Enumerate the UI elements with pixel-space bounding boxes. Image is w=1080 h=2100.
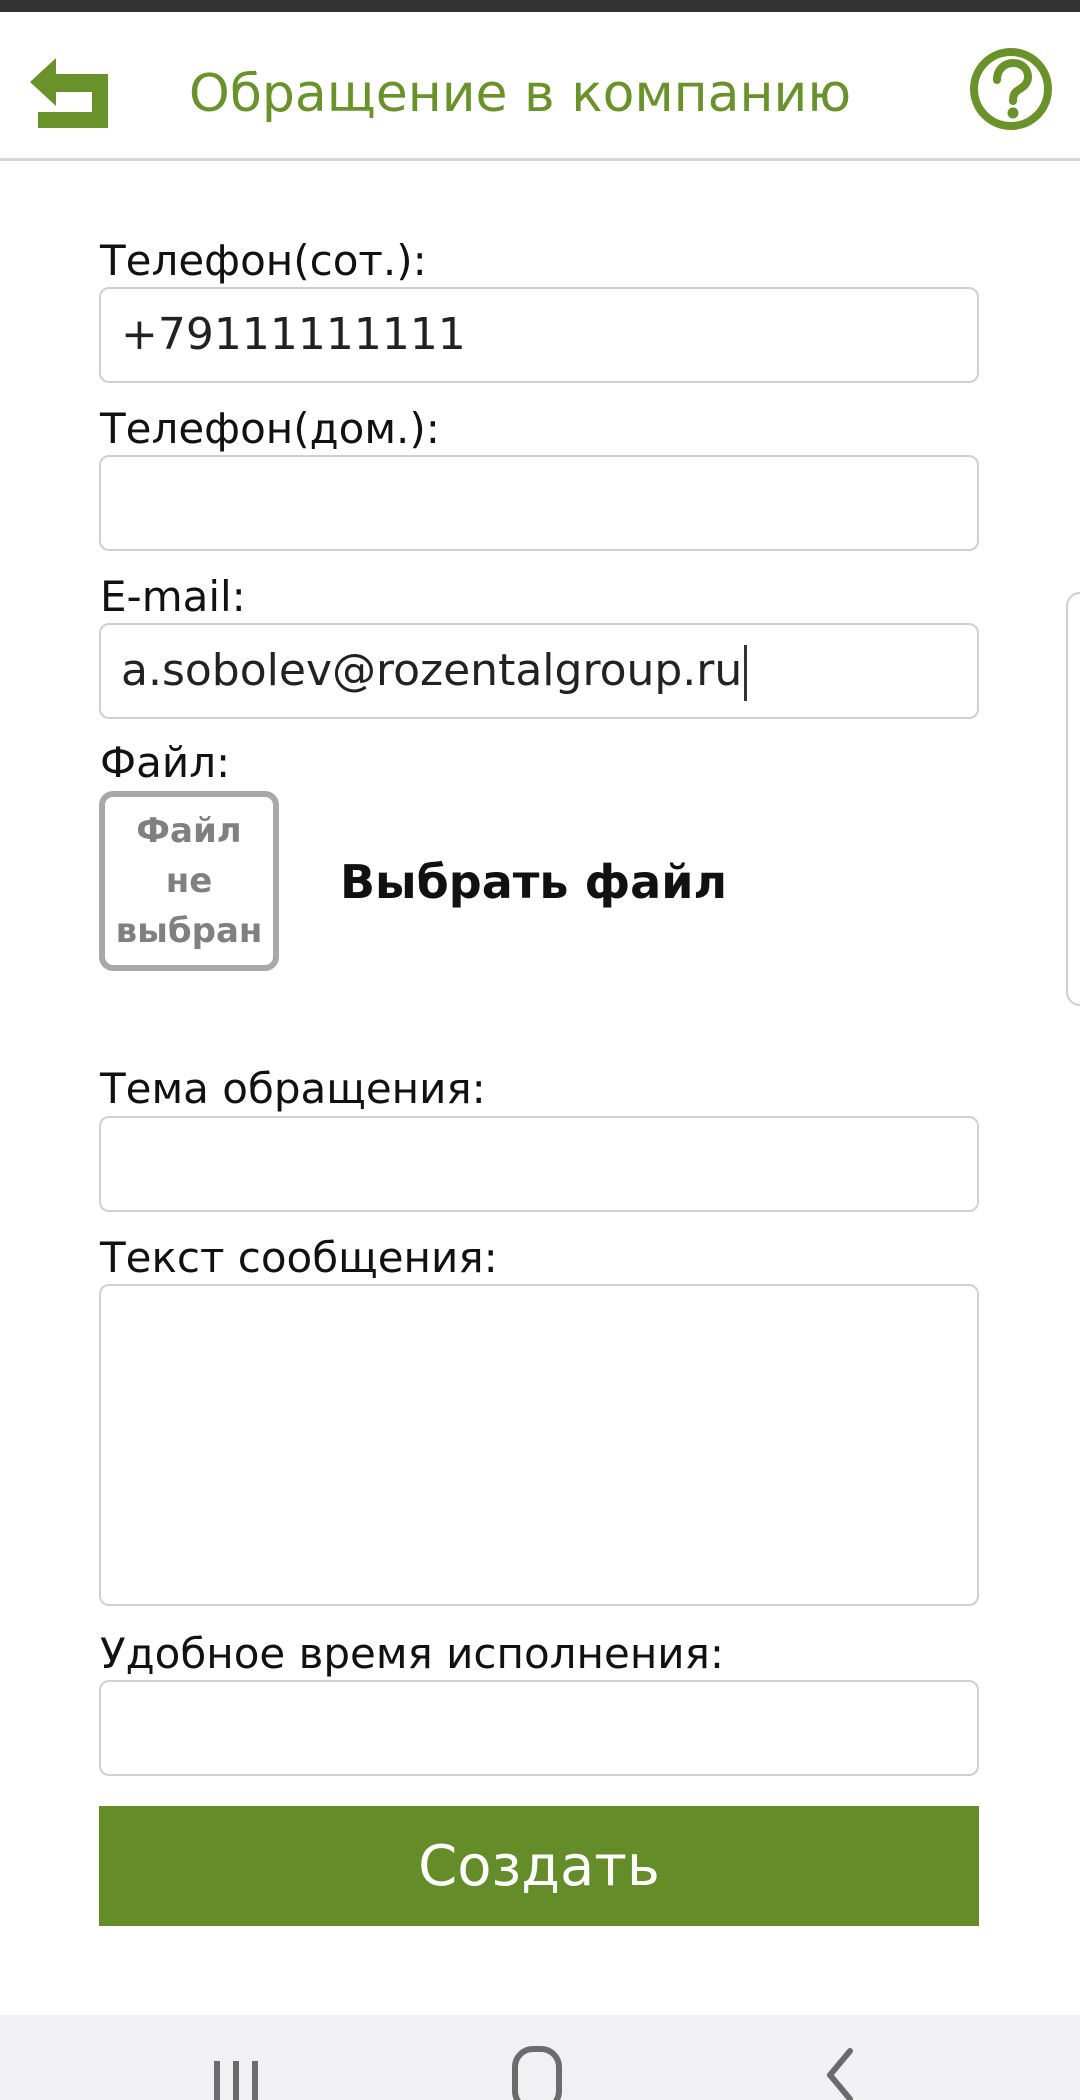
subject-input[interactable] xyxy=(99,1116,979,1212)
text-cursor xyxy=(744,645,748,701)
create-button[interactable]: Создать xyxy=(99,1806,979,1926)
page-title: Обращение в компанию xyxy=(188,64,852,124)
time-label: Удобное время исполнения: xyxy=(100,1629,724,1678)
status-bar xyxy=(0,0,1080,12)
edge-panel-handle[interactable] xyxy=(1066,592,1080,1006)
choose-file-button[interactable]: Выбрать файл xyxy=(340,852,727,912)
nav-back-icon xyxy=(827,2048,853,2100)
home-phone-label: Телефон(дом.): xyxy=(100,404,440,453)
system-navigation-bar xyxy=(0,2015,1080,2100)
home-phone-input[interactable] xyxy=(99,455,979,551)
app-header: Обращение в компанию xyxy=(0,12,1080,161)
file-preview[interactable]: Файл не выбран xyxy=(99,791,279,971)
question-circle-icon xyxy=(970,48,1052,130)
recent-apps-icon xyxy=(214,2061,258,2100)
nav-back-button[interactable] xyxy=(800,2035,880,2100)
page: 645 Телефон(сот.): +79111111111 Телефон(… xyxy=(0,0,1080,2100)
mobile-phone-value: +79111111111 xyxy=(121,309,466,360)
mobile-phone-input[interactable]: +79111111111 xyxy=(99,287,979,383)
message-textarea[interactable] xyxy=(99,1284,979,1606)
file-preview-text: Файл не выбран xyxy=(115,811,263,951)
back-button[interactable] xyxy=(26,52,112,132)
email-input[interactable]: a.sobolev@rozentalgroup.ru xyxy=(99,623,979,719)
mobile-phone-label: Телефон(сот.): xyxy=(100,236,427,285)
file-label: Файл: xyxy=(100,738,231,787)
help-button[interactable] xyxy=(968,46,1054,132)
message-label: Текст сообщения: xyxy=(100,1233,498,1282)
home-button[interactable] xyxy=(498,2035,578,2100)
email-value: a.sobolev@rozentalgroup.ru xyxy=(121,645,743,696)
subject-label: Тема обращения: xyxy=(100,1064,486,1113)
home-icon xyxy=(512,2046,562,2100)
back-arrow-icon xyxy=(30,58,108,128)
recent-apps-button[interactable] xyxy=(196,2035,276,2100)
email-label: E-mail: xyxy=(100,572,246,621)
time-input[interactable] xyxy=(99,1680,979,1776)
